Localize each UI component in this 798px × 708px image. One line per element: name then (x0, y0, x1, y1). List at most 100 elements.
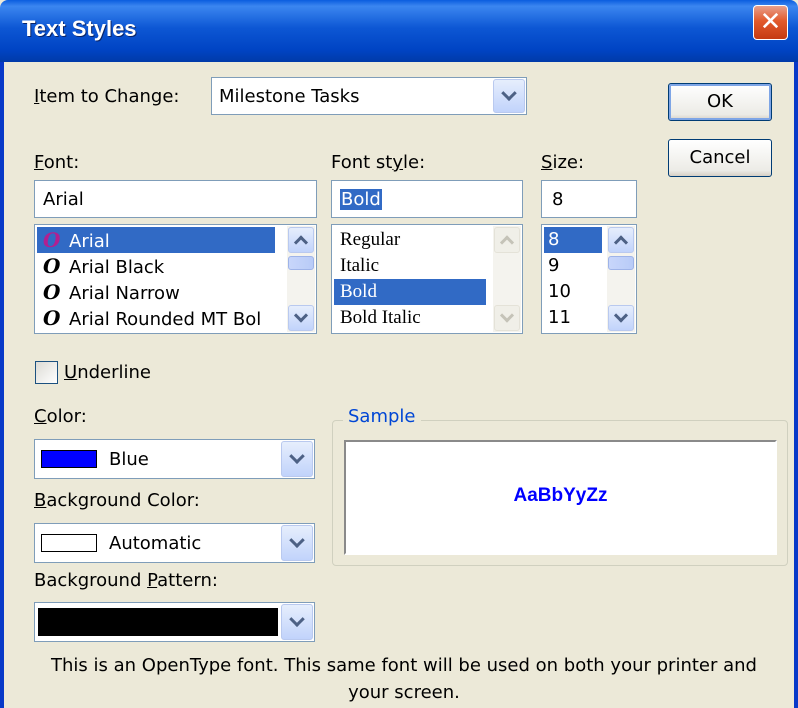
cancel-button[interactable]: Cancel (668, 139, 772, 177)
mnemonic: P (147, 570, 158, 591)
label-pre: Font st (331, 152, 393, 173)
background-pattern-swatch (38, 608, 278, 636)
opentype-font-icon: O (43, 228, 61, 252)
chevron-down-icon (499, 308, 515, 323)
close-button[interactable]: ✕ (753, 5, 788, 40)
font-style-label: Font style: (331, 152, 425, 173)
font-style-list-item[interactable]: Italic (334, 253, 486, 279)
size-input-value: 8 (552, 189, 564, 210)
scrollbar-thumb[interactable] (288, 256, 314, 270)
chevron-down-icon (293, 308, 309, 323)
label-rest: ize: (552, 152, 585, 173)
color-value-label: Blue (109, 449, 149, 470)
mnemonic: U (64, 362, 78, 383)
underline-checkbox[interactable] (35, 361, 58, 384)
label-pre: Background (34, 570, 148, 591)
scroll-down-button[interactable] (608, 305, 634, 331)
sample-text: AaBbYyZz (513, 485, 608, 506)
item-to-change-dropdown-button[interactable] (493, 79, 525, 113)
item-to-change-value: Milestone Tasks (219, 86, 360, 107)
size-list-scrollbar[interactable] (607, 226, 635, 332)
size-label: Size: (541, 152, 584, 173)
scroll-down-button[interactable] (288, 305, 314, 331)
title-bar[interactable]: Text Styles ✕ (0, 0, 798, 62)
size-list-item[interactable]: 9 (544, 253, 602, 279)
chevron-down-icon (613, 308, 629, 323)
font-style-input-value: Bold (340, 189, 382, 210)
font-style-list-item[interactable]: Bold Italic (334, 305, 486, 331)
window-title: Text Styles (22, 16, 137, 41)
mnemonic: y (392, 152, 404, 173)
font-list-item[interactable]: O Arial Rounded MT Bol (37, 305, 275, 331)
chevron-down-icon (289, 611, 305, 628)
item-to-change-label: Item to Change: (34, 86, 179, 107)
font-item-label: Arial Rounded MT Bol (69, 309, 262, 330)
font-style-input[interactable]: Bold (331, 180, 523, 218)
chevron-down-icon (501, 85, 517, 102)
size-list-item[interactable]: 8 (544, 227, 602, 253)
color-dropdown-button[interactable] (281, 441, 313, 477)
window-frame-right (794, 62, 798, 708)
label-post: attern: (157, 570, 218, 591)
background-color-value: Automatic (41, 533, 201, 554)
label-post: le: (403, 152, 426, 173)
font-info-text: This is an OpenType font. This same font… (22, 652, 786, 706)
background-pattern-combo[interactable] (34, 602, 315, 642)
color-combo[interactable]: Blue (34, 439, 315, 479)
label-rest: ackground Color: (46, 490, 200, 511)
scroll-up-button[interactable] (608, 227, 634, 253)
scrollbar-thumb[interactable] (608, 256, 634, 270)
font-list-item[interactable]: O Arial Black (37, 253, 275, 279)
mnemonic: B (34, 490, 47, 511)
font-item-label: Arial Narrow (69, 283, 180, 304)
background-color-dropdown-button[interactable] (281, 525, 313, 561)
background-pattern-dropdown-button[interactable] (281, 604, 313, 640)
font-input[interactable]: Arial (34, 180, 317, 218)
scroll-up-button[interactable] (494, 227, 520, 253)
scroll-down-button[interactable] (494, 305, 520, 331)
mnemonic: C (34, 406, 47, 427)
chevron-down-icon (289, 532, 305, 549)
font-listbox[interactable]: O Arial O Arial Black O Arial Narrow O Arial… (34, 224, 317, 334)
background-color-value-label: Automatic (109, 533, 202, 554)
font-input-value: Arial (43, 189, 84, 210)
font-style-list-scrollbar[interactable] (493, 226, 521, 332)
underline-label[interactable]: Underline (64, 362, 151, 383)
ok-button[interactable]: OK (668, 83, 772, 121)
opentype-font-icon: O (43, 280, 61, 304)
font-item-label: Arial Black (69, 257, 165, 278)
font-list-item[interactable]: O Arial Narrow (37, 279, 275, 305)
label-rest: nderline (77, 362, 151, 383)
mnemonic: F (34, 152, 44, 173)
background-color-swatch (41, 534, 97, 552)
label-rest: tem to Change: (39, 86, 180, 107)
sample-preview: AaBbYyZz (344, 440, 777, 555)
background-pattern-label: Background Pattern: (34, 570, 218, 591)
item-to-change-combo[interactable]: Milestone Tasks (211, 77, 527, 115)
font-item-label: Arial (69, 231, 110, 252)
label-rest: olor: (46, 406, 87, 427)
opentype-font-icon: O (43, 306, 61, 330)
font-info-line-1: This is an OpenType font. This same font… (51, 655, 757, 676)
label-rest: ont: (43, 152, 80, 173)
size-listbox[interactable]: 8 9 10 11 (541, 224, 637, 334)
sample-legend: Sample (343, 406, 421, 427)
size-list-item[interactable]: 10 (544, 279, 602, 305)
opentype-font-icon: O (43, 254, 61, 278)
font-label: Font: (34, 152, 79, 173)
font-list-scrollbar[interactable] (287, 226, 315, 332)
size-input[interactable]: 8 (541, 180, 637, 218)
scroll-up-button[interactable] (288, 227, 314, 253)
font-style-list-item[interactable]: Bold (334, 279, 486, 305)
font-list-item[interactable]: O Arial (37, 227, 275, 253)
mnemonic: S (541, 152, 553, 173)
chevron-up-icon (613, 235, 629, 250)
chevron-down-icon (289, 448, 305, 465)
font-info-line-2: your screen. (348, 682, 460, 703)
font-style-list-item[interactable]: Regular (334, 227, 486, 253)
background-color-combo[interactable]: Automatic (34, 523, 315, 563)
color-label: Color: (34, 406, 87, 427)
color-value: Blue (41, 449, 149, 470)
size-list-item[interactable]: 11 (544, 305, 602, 331)
font-style-listbox[interactable]: Regular Italic Bold Bold Italic (331, 224, 523, 334)
